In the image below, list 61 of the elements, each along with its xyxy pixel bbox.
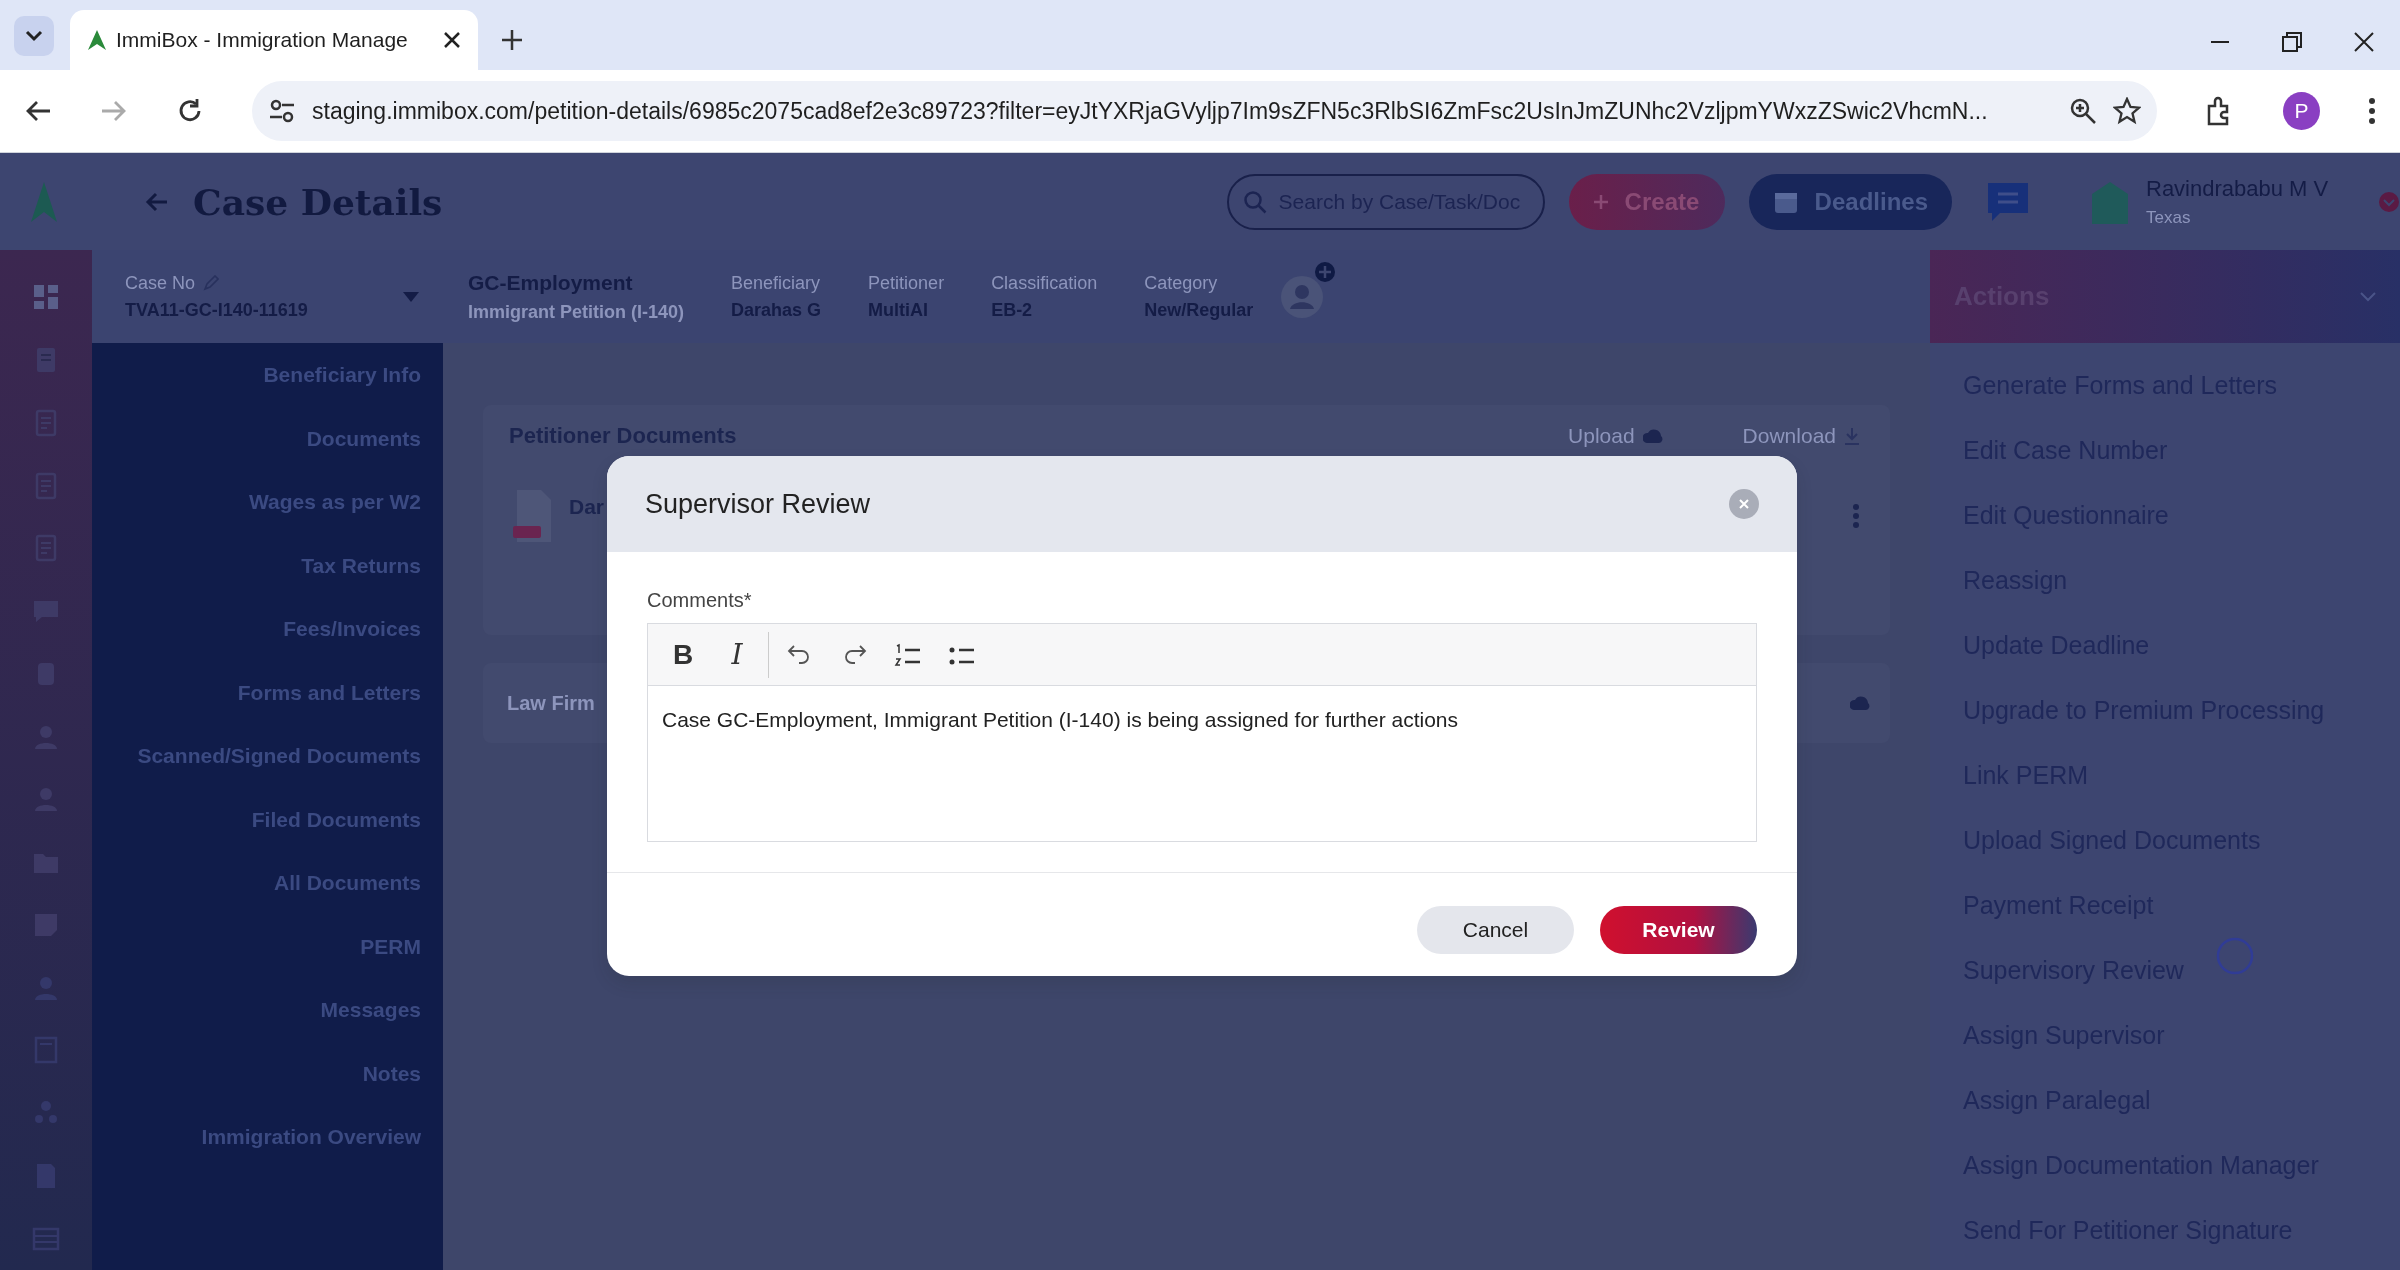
upload-link[interactable]: Upload xyxy=(1568,419,1663,452)
field-label: Petitioner xyxy=(868,271,945,295)
close-icon[interactable] xyxy=(2352,30,2376,54)
add-icon[interactable] xyxy=(1314,260,1337,283)
case-subtype: Immigrant Petition (I-140) xyxy=(468,300,685,324)
chat-icon[interactable] xyxy=(1986,180,2030,223)
sidebar-item[interactable]: Beneficiary Info xyxy=(92,343,443,407)
field-label: Classification xyxy=(991,271,1098,295)
section-title: Law Firm xyxy=(507,691,595,716)
cancel-button[interactable]: Cancel xyxy=(1417,906,1574,954)
download-icon xyxy=(1844,426,1860,445)
field-label: Category xyxy=(1144,271,1219,295)
close-icon[interactable] xyxy=(442,30,462,50)
notification-dot-icon[interactable] xyxy=(2378,190,2400,213)
tab-title: ImmiBox - Immigration Manage xyxy=(116,27,409,54)
numbered-list-icon[interactable] xyxy=(894,642,922,667)
search-icon xyxy=(1242,189,1267,214)
restore-icon[interactable] xyxy=(2280,30,2304,54)
download-link[interactable]: Download xyxy=(1742,419,1860,452)
sidebar-item[interactable]: Wages as per W2 xyxy=(92,470,443,534)
plus-icon[interactable] xyxy=(500,28,524,52)
dropdown-icon[interactable] xyxy=(14,16,54,56)
field-label: Beneficiary xyxy=(731,271,822,295)
kebab-menu-icon[interactable] xyxy=(1852,503,1860,529)
spinner-icon xyxy=(2215,936,2255,976)
field-label: Case No xyxy=(125,271,196,295)
pdf-file-icon xyxy=(513,488,553,544)
field-label: Comments* xyxy=(647,588,753,613)
sidebar-item[interactable]: Fees/Invoices xyxy=(92,597,443,661)
leaf-icon xyxy=(86,28,108,52)
sidebar-item[interactable]: PERM xyxy=(92,914,443,978)
sidebar-item[interactable]: Filed Documents xyxy=(92,787,443,851)
caret-icon[interactable] xyxy=(403,291,419,302)
review-button[interactable]: Review xyxy=(1600,906,1757,954)
site-settings-icon[interactable] xyxy=(268,97,296,125)
url-text: staging.immibox.com/petition-details/6985c2075cad8ef2e3c89723?filter=eyJtYXRjaGVyljp7Im9sZFN5c3RlbSI6ZmFsc2UsInJmZUNhc2VzljpmYWxzZSwic2VhcmN... xyxy=(312,96,1989,126)
sidebar-item[interactable]: All Documents xyxy=(92,851,443,915)
address-bar[interactable]: staging.immibox.com/petition-details/6985c2075cad8ef2e3c89723?filter=eyJtYXRjaGVyljp7Im9sZFN5c3RlbSI6ZmFsc2UsInJmZUNhc2VzljpmYWxzZSwic2VhcmN... xyxy=(252,81,2157,141)
grid-icon[interactable] xyxy=(32,283,60,312)
rich-text-editor[interactable]: B I Case GC-Employment, Immigrant Petition (I-140) is being assigned for further actions xyxy=(647,623,1757,842)
zoom-icon[interactable] xyxy=(2068,97,2097,125)
bold-button[interactable]: B xyxy=(656,629,710,680)
chevron-icon xyxy=(2360,291,2376,302)
sidebar-item[interactable]: Scanned/Signed Documents xyxy=(92,724,443,788)
menu-icon[interactable] xyxy=(2368,97,2376,125)
book-icon[interactable] xyxy=(32,1036,60,1065)
sidebar-item[interactable]: Immigration Overview xyxy=(92,1105,443,1169)
star-icon[interactable] xyxy=(2112,97,2141,125)
upload-icon[interactable] xyxy=(1850,694,1870,712)
sidebar-item[interactable]: Notes xyxy=(92,1041,443,1105)
sidebar-item[interactable]: Documents xyxy=(92,406,443,470)
plus-icon xyxy=(1592,193,1609,210)
dialog-title: Supervisor Review xyxy=(645,487,871,521)
sidebar-item[interactable]: Tax Returns xyxy=(92,533,443,597)
user-location: Texas xyxy=(2146,207,2192,230)
comment-text: Case GC-Employment, Immigrant Petition (I-140) is being assigned for further actions xyxy=(661,707,1459,733)
sidebar-item[interactable]: Messages xyxy=(92,978,443,1042)
profile-avatar[interactable]: P xyxy=(2282,92,2320,130)
browser-tab[interactable]: ImmiBox - Immigration Manage xyxy=(70,10,478,70)
italic-button[interactable]: I xyxy=(710,629,764,680)
sidebar-item[interactable]: Forms and Letters xyxy=(92,660,443,724)
